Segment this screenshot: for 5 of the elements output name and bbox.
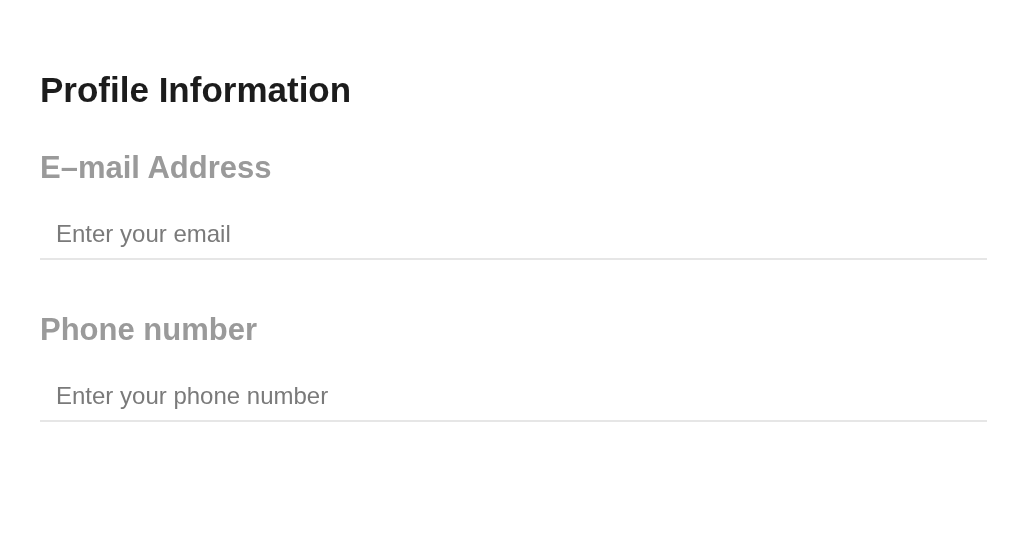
- field-label: E–mail Address: [40, 149, 272, 187]
- input-field[interactable]: Enter your phone number: [40, 372, 987, 422]
- input-field[interactable]: Enter your email: [40, 210, 987, 260]
- field-label: Phone number: [40, 311, 257, 349]
- page-title: Profile Information: [40, 69, 352, 111]
